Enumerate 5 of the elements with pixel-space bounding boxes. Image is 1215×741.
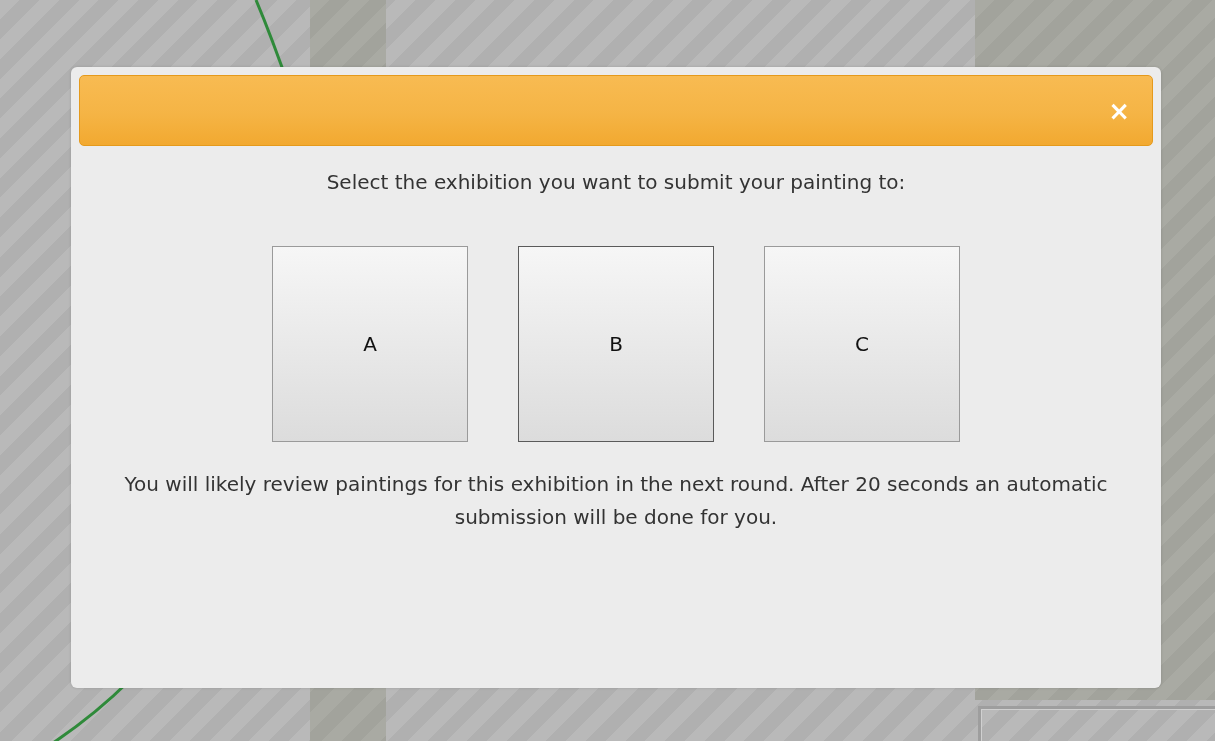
exhibition-option[interactable]: B xyxy=(518,246,714,442)
dialog-prompt: Select the exhibition you want to submit your painting to: xyxy=(326,170,906,194)
exhibition-option[interactable]: C xyxy=(764,246,960,442)
dialog-note: You will likely review paintings for this exhibition in the next round. After 20 seconds an automatic submission will be done for you. xyxy=(123,471,1109,531)
exhibition-option[interactable]: A xyxy=(272,246,468,442)
